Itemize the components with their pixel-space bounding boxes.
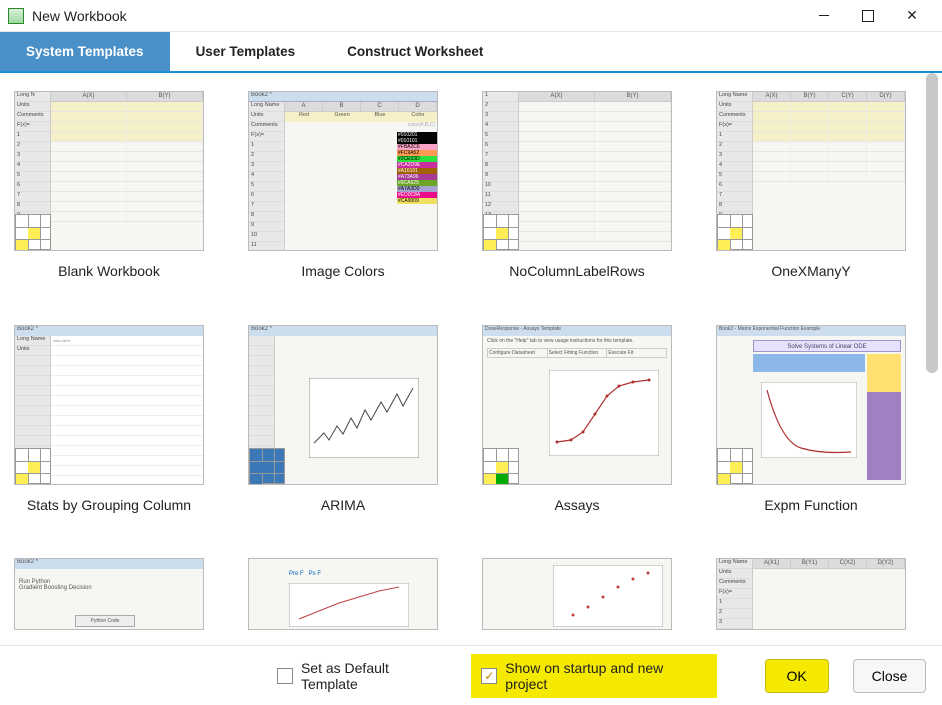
template-image-colors[interactable]: Book2 * Long NameUnitsCommentsF(x)= 1234… bbox=[248, 91, 438, 297]
template-caption: Blank Workbook bbox=[58, 263, 160, 279]
window-title: New Workbook bbox=[32, 8, 802, 24]
app-icon bbox=[8, 8, 24, 24]
template-caption: Expm Function bbox=[764, 497, 857, 513]
template-arima[interactable]: Book2 * ARIMA bbox=[248, 325, 438, 531]
ok-button[interactable]: OK bbox=[765, 659, 829, 693]
show-on-startup-label: Show on startup and new project bbox=[505, 660, 706, 692]
template-truncated-3[interactable] bbox=[482, 558, 672, 630]
template-caption: Assays bbox=[554, 497, 599, 513]
show-on-startup-checkbox[interactable]: ✓ Show on startup and new project bbox=[471, 654, 716, 698]
template-expm-function[interactable]: Book2 - Matrix Exponential Function Exam… bbox=[716, 325, 906, 531]
template-gallery: ✓ Long NUnitsCommentsF(x)= 12345678910 A… bbox=[0, 73, 942, 648]
template-stats-by-grouping[interactable]: Book2 * Long NameUnits data table Stats … bbox=[14, 325, 204, 531]
titlebar: New Workbook bbox=[0, 0, 942, 32]
template-caption: ARIMA bbox=[321, 497, 365, 513]
template-assays[interactable]: DoseResponse - Assays Template Click on … bbox=[482, 325, 672, 531]
footer-bar: Set as Default Template ✓ Show on startu… bbox=[0, 645, 942, 705]
template-blank-workbook[interactable]: ✓ Long NUnitsCommentsF(x)= 12345678910 A… bbox=[14, 91, 204, 297]
set-default-checkbox[interactable]: Set as Default Template bbox=[277, 660, 447, 692]
tab-user-templates[interactable]: User Templates bbox=[170, 32, 322, 71]
checkbox-checked-icon: ✓ bbox=[481, 668, 497, 684]
template-truncated-1[interactable]: Book2 * Run PythonGradient Boosting Deci… bbox=[14, 558, 204, 630]
tab-construct-worksheet[interactable]: Construct Worksheet bbox=[321, 32, 509, 71]
template-truncated-2[interactable]: Pre F Ps F bbox=[248, 558, 438, 630]
gallery-scrollbar[interactable] bbox=[924, 73, 940, 648]
maximize-button[interactable] bbox=[846, 2, 890, 30]
tab-bar: System Templates User Templates Construc… bbox=[0, 32, 942, 73]
minimize-button[interactable] bbox=[802, 2, 846, 30]
template-truncated-4[interactable]: Long NameUnitsCommentsF(x)=123 A(X1)B(Y1… bbox=[716, 558, 906, 630]
template-caption: OneXManyY bbox=[771, 263, 850, 279]
template-caption: NoColumnLabelRows bbox=[509, 263, 644, 279]
template-caption: Stats by Grouping Column bbox=[27, 497, 191, 513]
template-no-column-label-rows[interactable]: 123456789101112131415 A(X)B(Y) NoColumnL… bbox=[482, 91, 672, 297]
set-default-label: Set as Default Template bbox=[301, 660, 448, 692]
checkbox-icon bbox=[277, 668, 293, 684]
close-window-button[interactable] bbox=[890, 2, 934, 30]
tab-system-templates[interactable]: System Templates bbox=[0, 32, 170, 71]
template-caption: Image Colors bbox=[301, 263, 384, 279]
template-one-x-many-y[interactable]: Long NameUnitsCommentsF(x)=123456789 A(X… bbox=[716, 91, 906, 297]
close-button[interactable]: Close bbox=[853, 659, 926, 693]
